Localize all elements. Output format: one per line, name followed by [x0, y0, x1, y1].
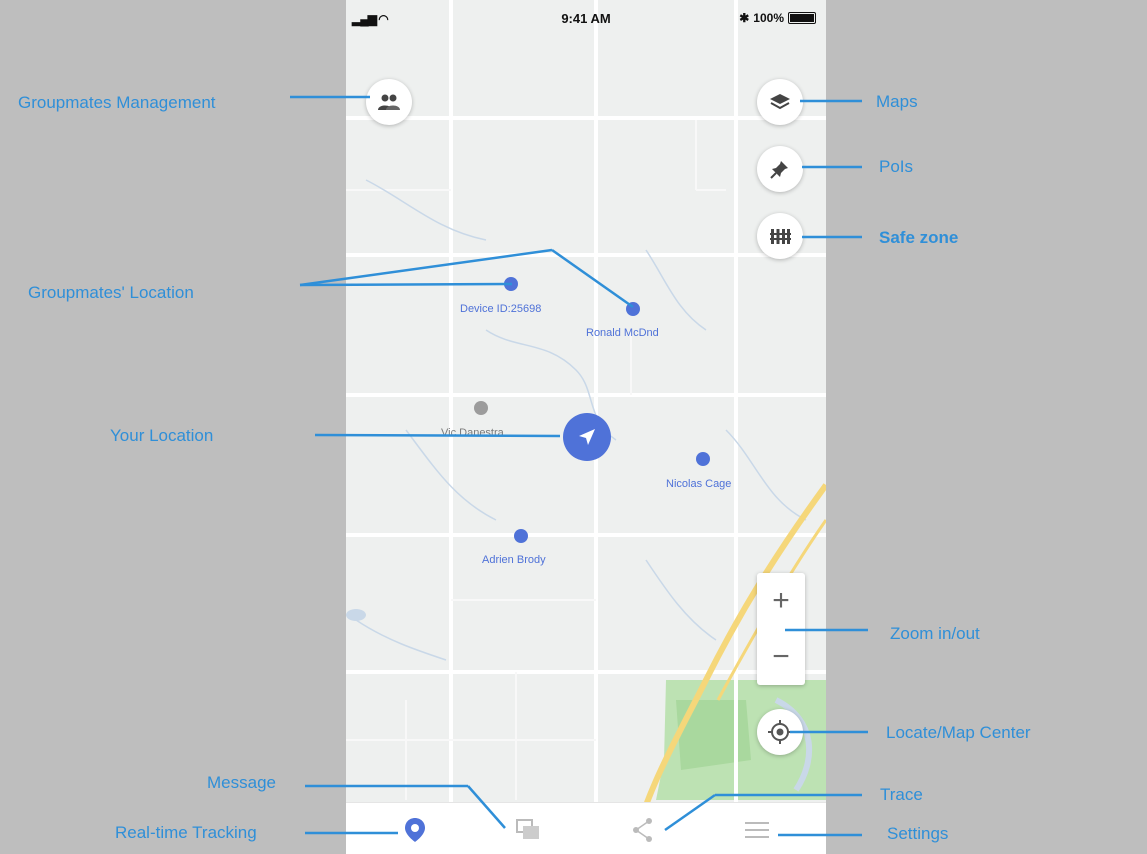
menu-icon — [745, 822, 769, 838]
your-location-marker[interactable] — [563, 413, 611, 461]
annotation-safe-zone: Safe zone — [879, 228, 959, 247]
phone-screen: ▂▄▆ ◠ 9:41 AM ✱ 100% Device ID:25698 Ron… — [346, 0, 826, 854]
zoom-in-button[interactable]: + — [757, 573, 805, 629]
groupmate-label: Device ID:25698 — [460, 303, 542, 315]
annotation-trace: Trace — [880, 785, 923, 804]
annotation-message: Message — [207, 773, 276, 792]
annotation-locate: Locate/Map Center — [886, 723, 1031, 742]
groupmate-label: Vic Danestra — [441, 427, 504, 439]
fence-icon — [770, 229, 791, 244]
bluetooth-icon: ✱ — [739, 11, 750, 25]
annotation-maps: Maps — [876, 92, 918, 111]
groupmate-label: Adrien Brody — [482, 554, 546, 566]
groupmates-management-button[interactable] — [366, 79, 412, 125]
annotation-settings: Settings — [887, 824, 949, 843]
pushpin-icon — [770, 161, 788, 179]
annotation-your-location: Your Location — [110, 426, 214, 445]
battery-icon — [788, 12, 816, 24]
location-pin-icon — [405, 818, 425, 842]
battery-status: ✱ 100% — [739, 11, 816, 25]
status-bar: ▂▄▆ ◠ 9:41 AM ✱ 100% — [346, 0, 826, 38]
chat-icon — [516, 819, 539, 839]
bottom-tab-bar — [346, 802, 826, 854]
offline-groupmate-marker[interactable] — [474, 401, 488, 415]
zoom-control: + − — [757, 573, 805, 685]
groupmate-marker[interactable] — [514, 529, 528, 543]
annotation-groupmates-management: Groupmates Management — [18, 93, 216, 112]
pois-button[interactable] — [757, 146, 803, 192]
crosshair-icon — [768, 720, 792, 744]
groupmate-label: Ronald McDnd — [586, 327, 659, 339]
group-icon — [378, 94, 400, 110]
layers-icon — [770, 94, 790, 110]
groupmate-label: Nicolas Cage — [666, 478, 732, 490]
annotation-zoom: Zoom in/out — [890, 624, 980, 643]
groupmate-marker[interactable] — [696, 452, 710, 466]
locate-map-center-button[interactable] — [757, 709, 803, 755]
battery-percent: 100% — [753, 11, 784, 25]
share-icon — [633, 818, 652, 842]
annotation-realtime-tracking: Real-time Tracking — [115, 823, 257, 842]
groupmate-marker[interactable] — [626, 302, 640, 316]
navigation-arrow-icon — [579, 429, 595, 445]
safe-zone-button[interactable] — [757, 213, 803, 259]
tab-settings[interactable] — [740, 813, 774, 847]
zoom-out-button[interactable]: − — [757, 629, 805, 685]
tab-trace[interactable] — [626, 813, 660, 847]
tab-message[interactable] — [511, 813, 545, 847]
annotation-groupmates-location: Groupmates' Location — [28, 283, 194, 302]
annotation-pois: PoIs — [879, 157, 914, 176]
tab-realtime-tracking[interactable] — [398, 813, 432, 847]
groupmate-marker[interactable] — [504, 277, 518, 291]
maps-layers-button[interactable] — [757, 79, 803, 125]
